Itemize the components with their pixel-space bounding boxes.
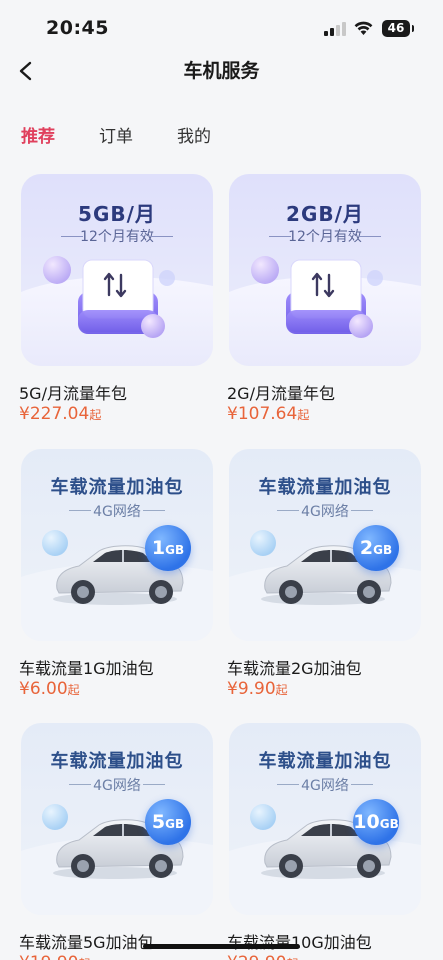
status-bar: 20:45 46 [0, 0, 443, 56]
price-suffix: 起 [297, 408, 310, 422]
product-thumbnail[interactable]: 车载流量加油包 4G网络 1GB [21, 449, 213, 641]
thumb-title: 车载流量加油包 [258, 477, 392, 498]
product-name[interactable]: 车载流量5G加油包 [19, 929, 154, 953]
cellular-signal-icon [324, 22, 346, 36]
product-card[interactable]: 车载流量加油包 4G网络 2GB 车载流量2G加油包 ¥9.90起 [227, 449, 421, 709]
thumb-subtitle: 4G网络 [93, 778, 141, 794]
badge-unit: GB [165, 817, 185, 831]
tab-recommend[interactable]: 推荐 [21, 125, 55, 149]
badge-unit: GB [373, 543, 393, 557]
divider [351, 510, 373, 511]
data-size-badge: 1GB [145, 525, 191, 571]
thumb-subtitle: 12个月有效 [288, 229, 362, 245]
badge-number: 2 [359, 537, 374, 559]
thumb-title: 车载流量加油包 [50, 477, 184, 498]
price-amount: ¥29.90 [227, 953, 286, 960]
wifi-icon [354, 21, 373, 35]
product-price: ¥227.04起 [19, 404, 101, 424]
badge-number: 1 [151, 537, 166, 559]
product-card[interactable]: 5GB/月 12个月有效 5G/月流量年包 ¥227.04起 [19, 174, 213, 434]
page-title: 车机服务 [183, 60, 260, 82]
divider [143, 784, 165, 785]
home-indicator [143, 944, 300, 949]
product-name[interactable]: 5G/月流量年包 [19, 380, 127, 404]
product-name[interactable]: 2G/月流量年包 [227, 380, 335, 404]
data-size-badge: 2GB [353, 525, 399, 571]
price-amount: ¥9.90 [227, 679, 276, 699]
tab-mine[interactable]: 我的 [177, 125, 211, 149]
product-price: ¥19.90起 [19, 953, 91, 960]
price-amount: ¥227.04 [19, 404, 90, 424]
thumb-title: 5GB/月 [78, 202, 156, 226]
product-thumbnail[interactable]: 车载流量加油包 4G网络 10GB [229, 723, 421, 915]
product-price: ¥29.90起 [227, 953, 299, 960]
thumb-subtitle: 4G网络 [301, 778, 349, 794]
divider [351, 784, 373, 785]
badge-number: 10 [353, 811, 380, 833]
status-time: 20:45 [46, 17, 109, 39]
price-amount: ¥107.64 [227, 404, 298, 424]
product-price: ¥9.90起 [227, 679, 288, 699]
price-suffix: 起 [67, 683, 80, 697]
data-size-badge: 10GB [353, 799, 399, 845]
product-thumbnail[interactable]: 车载流量加油包 4G网络 2GB [229, 449, 421, 641]
divider [151, 236, 173, 237]
price-suffix: 起 [275, 683, 288, 697]
badge-number: 5 [151, 811, 166, 833]
price-amount: ¥6.00 [19, 679, 68, 699]
thumb-title: 车载流量加油包 [258, 751, 392, 772]
product-name[interactable]: 车载流量10G加油包 [227, 929, 372, 953]
thumb-subtitle: 12个月有效 [80, 229, 154, 245]
product-card[interactable]: 车载流量加油包 4G网络 10GB 车载流量10G加油包 ¥29.90起 [227, 723, 421, 960]
price-suffix: 起 [89, 408, 102, 422]
product-card[interactable]: 2GB/月 12个月有效 2G/月流量年包 ¥107.64起 [227, 174, 421, 434]
divider [359, 236, 381, 237]
product-price: ¥107.64起 [227, 404, 309, 424]
product-price: ¥6.00起 [19, 679, 80, 699]
battery-icon: 46 [382, 20, 414, 37]
product-thumbnail[interactable]: 车载流量加油包 4G网络 5GB [21, 723, 213, 915]
badge-unit: GB [379, 817, 399, 831]
product-name[interactable]: 车载流量1G加油包 [19, 655, 154, 679]
product-card[interactable]: 车载流量加油包 4G网络 5GB 车载流量5G加油包 ¥19.90起 [19, 723, 213, 960]
thumb-title: 车载流量加油包 [50, 751, 184, 772]
badge-unit: GB [165, 543, 185, 557]
divider [143, 510, 165, 511]
product-card[interactable]: 车载流量加油包 4G网络 1GB 车载流量1G加油包 ¥6.00起 [19, 449, 213, 709]
product-name[interactable]: 车载流量2G加油包 [227, 655, 362, 679]
product-thumbnail[interactable]: 2GB/月 12个月有效 [229, 174, 421, 366]
product-thumbnail[interactable]: 5GB/月 12个月有效 [21, 174, 213, 366]
data-size-badge: 5GB [145, 799, 191, 845]
tab-bar: 推荐 订单 我的 [0, 125, 443, 151]
price-amount: ¥19.90 [19, 953, 78, 960]
thumb-subtitle: 4G网络 [301, 504, 349, 520]
tab-orders[interactable]: 订单 [99, 125, 133, 149]
thumb-title: 2GB/月 [286, 202, 364, 226]
thumb-subtitle: 4G网络 [93, 504, 141, 520]
